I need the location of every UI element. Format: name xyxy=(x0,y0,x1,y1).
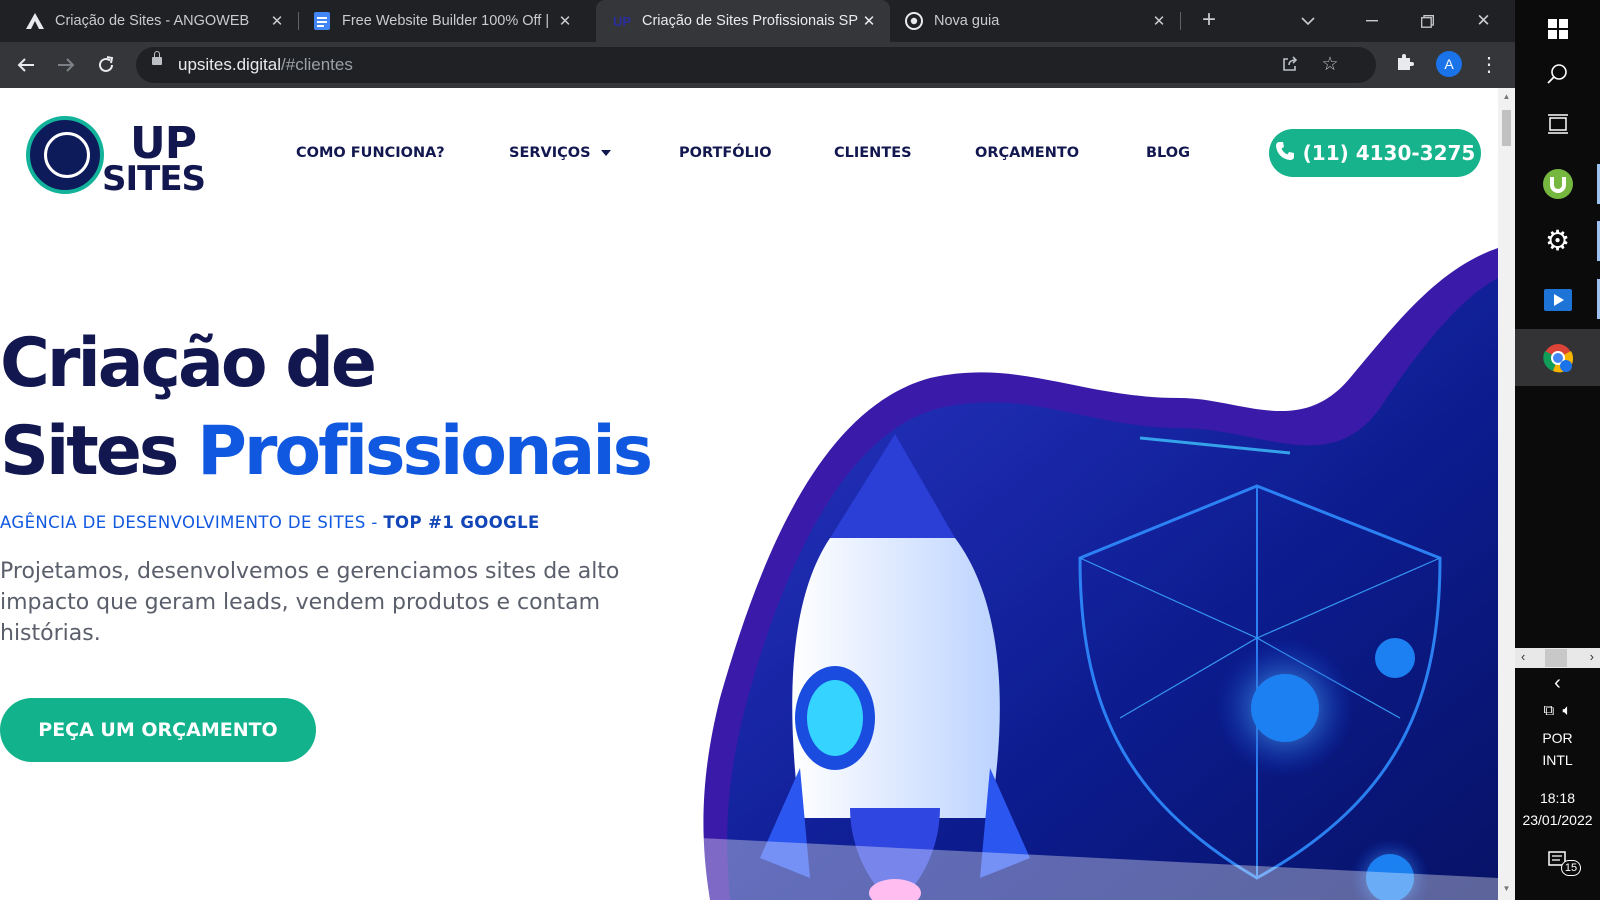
tab-search-icon[interactable] xyxy=(1288,0,1328,42)
bookmark-star-icon[interactable]: ☆ xyxy=(1320,55,1340,75)
close-tab-icon[interactable]: ✕ xyxy=(556,12,574,30)
address-bar[interactable]: upsites.digital/#clientes ☆ xyxy=(136,47,1376,83)
tab-angoweb[interactable]: Criação de Sites - ANGOWEB ✕ xyxy=(0,0,298,42)
request-quote-button[interactable]: PEÇA UM ORÇAMENTO xyxy=(0,698,316,762)
extensions-puzzle-icon[interactable] xyxy=(1392,52,1418,78)
hero-tagline: AGÊNCIA DE DESENVOLVIMENTO DE SITES - TO… xyxy=(0,513,540,532)
up-logo-icon: UP xyxy=(612,13,632,29)
nav-blog[interactable]: BLOG xyxy=(1146,145,1190,161)
phone-button[interactable]: (11) 4130-3275 xyxy=(1269,129,1481,177)
phone-icon xyxy=(1275,141,1295,166)
forward-button[interactable] xyxy=(52,51,80,79)
page-scrollbar[interactable]: ▲ ▼ xyxy=(1498,88,1515,900)
chrome-taskbar-icon[interactable] xyxy=(1515,329,1600,386)
scrollbar-thumb[interactable] xyxy=(1502,110,1511,146)
share-icon[interactable] xyxy=(1280,55,1300,75)
hero-description: Projetamos, desenvolvemos e gerenciamos … xyxy=(0,559,620,646)
close-tab-icon[interactable]: ✕ xyxy=(860,12,878,30)
clock-time[interactable]: 18:18 xyxy=(1515,790,1600,806)
minimize-button[interactable] xyxy=(1344,0,1399,42)
language-indicator[interactable]: POR xyxy=(1515,730,1600,746)
url-text[interactable]: upsites.digital/#clientes xyxy=(178,55,353,75)
caret-down-icon xyxy=(600,150,611,156)
back-button[interactable] xyxy=(12,51,40,79)
upsites-logo[interactable]: UP SITES xyxy=(26,116,206,196)
nav-portfolio[interactable]: PORTFÓLIO xyxy=(679,145,772,161)
meet-now-icon[interactable]: ⧉ xyxy=(1543,702,1554,719)
restore-button[interactable] xyxy=(1400,0,1455,42)
chrome-icon xyxy=(904,11,924,31)
clock-date[interactable]: 23/01/2022 xyxy=(1515,812,1600,828)
tab-upsites[interactable]: UP Criação de Sites Profissionais SP ✕ xyxy=(596,0,890,42)
settings-gear-icon[interactable]: ⚙ xyxy=(1515,212,1600,269)
task-view-icon[interactable] xyxy=(1515,95,1600,152)
keyboard-layout[interactable]: INTL xyxy=(1515,752,1600,768)
document-icon xyxy=(312,11,332,31)
close-window-button[interactable]: ✕ xyxy=(1456,0,1511,42)
close-tab-icon[interactable]: ✕ xyxy=(1150,12,1168,30)
browser-toolbar: upsites.digital/#clientes ☆ A ⋮ xyxy=(0,42,1515,88)
tab-nova-guia[interactable]: Nova guia ✕ xyxy=(890,0,1180,42)
chevron-right-icon[interactable]: › xyxy=(1590,649,1594,664)
nav-servicos[interactable]: SERVIÇOS xyxy=(509,145,611,161)
hero-title: Criação de Sites Profissionais xyxy=(0,324,653,491)
tab-website-builder[interactable]: Free Website Builder 100% Off | ✕ xyxy=(298,0,586,42)
close-tab-icon[interactable]: ✕ xyxy=(268,12,286,30)
notification-count-badge: 15 xyxy=(1561,860,1581,876)
utorrent-icon[interactable] xyxy=(1515,155,1600,212)
nav-orcamento[interactable]: ORÇAMENTO xyxy=(975,145,1079,161)
tab-strip: Criação de Sites - ANGOWEB ✕ Free Websit… xyxy=(0,0,1515,42)
menu-kebab-icon[interactable]: ⋮ xyxy=(1476,52,1502,78)
astronaut-globe-icon xyxy=(26,116,104,194)
rocket-shield-illustration xyxy=(700,248,1498,900)
nav-clientes[interactable]: CLIENTES xyxy=(834,145,912,161)
profile-avatar[interactable]: A xyxy=(1436,51,1462,77)
chevron-left-icon[interactable]: ‹ xyxy=(1521,649,1525,664)
new-tab-button[interactable]: + xyxy=(1196,8,1222,34)
volume-icon[interactable]: 🔈︎ xyxy=(1563,702,1572,719)
page-viewport: UP SITES COMO FUNCIONA? SERVIÇOS PORTFÓL… xyxy=(0,88,1498,900)
reload-button[interactable] xyxy=(92,51,120,79)
tray-scrollbar[interactable]: ‹ › xyxy=(1515,648,1600,668)
search-icon[interactable] xyxy=(1515,45,1600,102)
video-player-icon[interactable] xyxy=(1515,270,1600,327)
angoweb-logo-icon xyxy=(25,11,45,31)
show-hidden-icons-chevron-icon[interactable]: ‹ xyxy=(1515,672,1600,695)
nav-como-funciona[interactable]: COMO FUNCIONA? xyxy=(296,145,445,161)
notification-center-icon[interactable]: 15 xyxy=(1515,850,1600,876)
lock-icon xyxy=(152,51,162,65)
